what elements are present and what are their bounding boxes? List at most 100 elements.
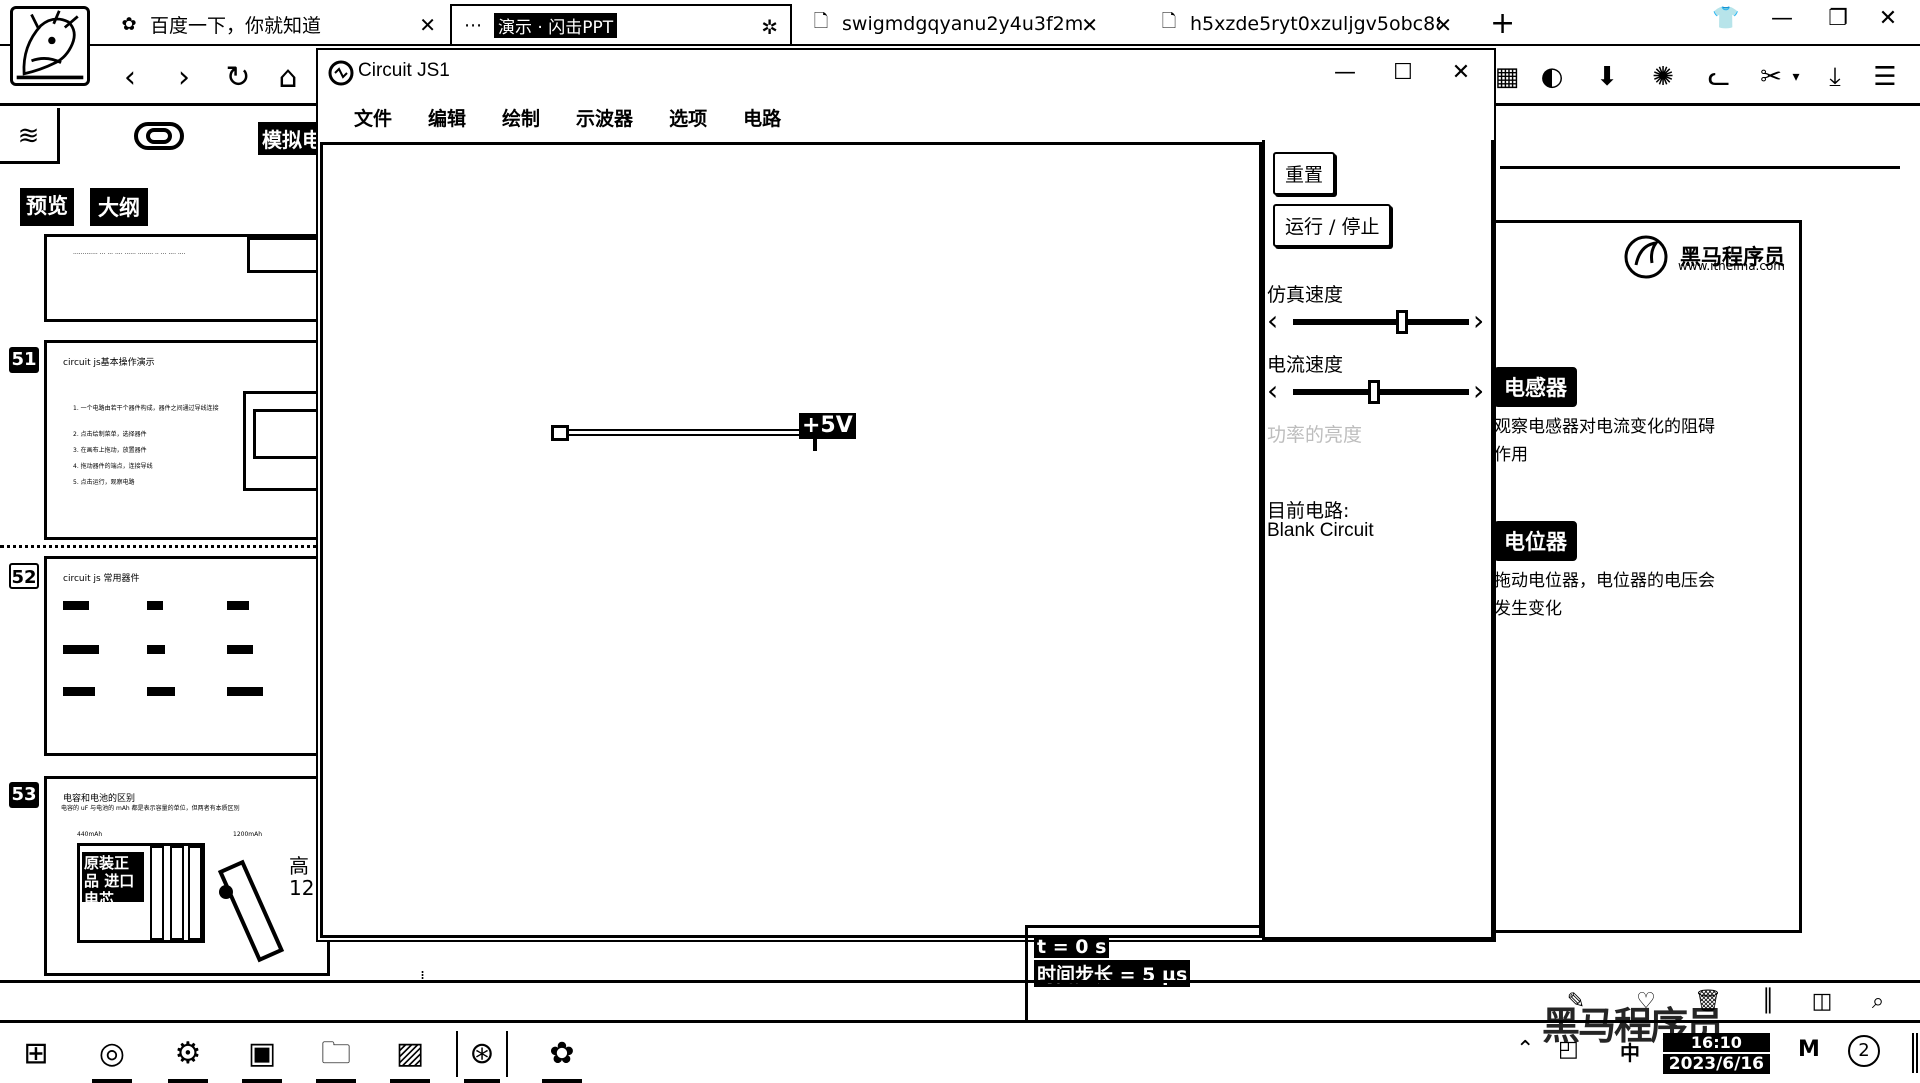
component-desc: 拖动电位器，电位器的电压会 发生变化 — [1494, 567, 1734, 623]
slider-thumb[interactable] — [1367, 380, 1380, 404]
chevron-down-icon[interactable]: ▾ — [1786, 60, 1806, 94]
cloud-app-icon[interactable]: ✿ — [536, 1031, 588, 1083]
document-icon: 🗋 — [813, 11, 829, 32]
settings-icon[interactable]: ⚙ — [162, 1031, 214, 1083]
reload-icon[interactable]: ↻ — [218, 58, 258, 98]
close-window-icon[interactable]: ✕ — [1868, 6, 1908, 31]
voltage-rail[interactable]: +5V — [551, 413, 856, 451]
sim-speed-label: 仿真速度 — [1267, 284, 1344, 306]
home-icon[interactable]: ⌂ — [268, 58, 308, 98]
reset-button[interactable]: 重置 — [1273, 152, 1336, 195]
gesture-icon[interactable]: ◐ — [1535, 60, 1569, 94]
current-circuit-name: Blank Circuit — [1267, 520, 1374, 541]
minimize-icon[interactable]: — — [1762, 6, 1802, 31]
current-speed-slider[interactable]: ‹ › — [1265, 376, 1497, 410]
desc-line: 观察电感器对电流变化的阻碍 — [1494, 417, 1715, 437]
close-tab-icon[interactable]: ✕ — [1435, 13, 1452, 37]
input-method-indicator[interactable]: 中 — [1620, 1037, 1640, 1066]
tab-preview[interactable]: 预览 — [20, 188, 74, 226]
chatgpt-icon[interactable]: ✺ — [1646, 60, 1680, 94]
start-icon[interactable]: ⊞ — [10, 1031, 62, 1077]
network-icon[interactable]: ◰ — [1558, 1037, 1579, 1062]
browser-app-icon[interactable]: ◎ — [86, 1031, 138, 1083]
desc-line: 作用 — [1494, 445, 1528, 465]
circuit-app-icon[interactable]: ⊛ — [456, 1031, 508, 1083]
forward-icon[interactable]: › — [164, 58, 204, 98]
search-icon[interactable]: ⌕ — [1862, 989, 1894, 1017]
battery-image — [217, 859, 285, 963]
close-icon[interactable]: ✕ — [1436, 56, 1486, 90]
bars-icon[interactable]: ║ — [1752, 989, 1784, 1017]
back-icon[interactable]: ‹ — [110, 58, 150, 98]
slide-title: 电容和电池的区别 — [63, 794, 136, 804]
download-badge-icon[interactable]: ⬇ — [1590, 60, 1624, 94]
clock-time: 16:10 — [1662, 1033, 1770, 1052]
menu-scopes[interactable]: 示波器 — [558, 96, 651, 138]
control-panel: 重置 运行 / 停止 仿真速度 ‹ › 电流速度 ‹ › 功率的亮度 目前电路:… — [1262, 140, 1494, 940]
show-desktop-button[interactable] — [1912, 1033, 1918, 1073]
thumb-text: ············· ··· ··· ···· ······ ······… — [73, 251, 186, 258]
current-circuit-label: 目前电路: — [1267, 500, 1350, 522]
desc-line: 拖动电位器，电位器的电压会 — [1494, 571, 1715, 591]
increase-arrow-icon[interactable]: › — [1473, 306, 1484, 336]
component-tag — [227, 645, 253, 654]
increase-arrow-icon[interactable]: › — [1473, 376, 1484, 406]
monitor-app-icon[interactable]: ▣ — [236, 1031, 288, 1083]
slide-bullet: 2. 点击绘制菜单，选择器件 — [73, 431, 147, 438]
sim-speed-slider[interactable]: ‹ › — [1265, 306, 1497, 340]
slider-track — [1293, 319, 1469, 325]
layers-icon[interactable]: ◫ — [1806, 989, 1838, 1017]
slide-sublabel: 1200mAh — [233, 831, 263, 838]
maximize-icon[interactable]: ☐ — [1378, 56, 1428, 90]
run-stop-button[interactable]: 运行 / 停止 — [1273, 204, 1392, 247]
menu-options[interactable]: 选项 — [651, 96, 725, 138]
decrease-arrow-icon[interactable]: ‹ — [1267, 306, 1278, 336]
menu-icon[interactable]: ☰ — [1868, 60, 1902, 94]
tab-ppt-demo[interactable]: ⋯ 演示 · 闪击PPT ✲ — [450, 4, 792, 44]
current-speed-label: 电流速度 — [1267, 354, 1344, 376]
slide-bullet: 3. 在画布上拖动，放置器件 — [73, 447, 147, 454]
m-app-icon[interactable]: M — [1798, 1037, 1820, 1062]
slide-thumbnail[interactable]: ············· ··· ··· ···· ······ ······… — [44, 234, 330, 322]
window-titlebar[interactable]: Circuit JS1 — ☐ ✕ — [318, 50, 1494, 96]
menu-circuits[interactable]: 电路 — [725, 96, 799, 138]
notification-badge[interactable]: 2 — [1848, 1035, 1880, 1067]
slide-thumbnail[interactable]: circuit js基本操作演示 1. 一个电路由若干个器件构成，器件之间通过导… — [44, 340, 330, 540]
restore-icon[interactable]: ❐ — [1818, 6, 1858, 31]
battery-cell — [150, 846, 164, 940]
menu-file[interactable]: 文件 — [336, 96, 410, 138]
scissors-icon[interactable]: ✂ — [1754, 60, 1788, 94]
cat-icon[interactable]: ᓚ — [1702, 60, 1736, 94]
tab-document-1[interactable]: 🗋 swigmdgqyanu2y4u3f2mh4j ✕ — [800, 4, 1110, 44]
new-tab-button[interactable]: + — [1490, 6, 1515, 41]
tab-document-2[interactable]: 🗋 h5xzde5ryt0xzuljgv5obc887t ✕ — [1148, 4, 1464, 44]
ppt-toolbar: ≋ 模拟电 — [0, 108, 330, 168]
close-tab-icon[interactable]: ✕ — [1081, 13, 1098, 37]
tab-outline[interactable]: 大纲 — [90, 188, 148, 226]
stage-divider — [1500, 166, 1900, 169]
close-tab-icon[interactable]: ✕ — [419, 13, 436, 37]
download-icon[interactable]: ⤓ — [1818, 60, 1852, 94]
slide-thumbnail[interactable]: circuit js 常用器件 — [44, 556, 330, 756]
battery-image: 原装正品 进口电芯 — [77, 843, 205, 943]
folder-icon[interactable]: 🗀 — [310, 1031, 362, 1083]
chevron-up-icon[interactable]: ⌃ — [1516, 1037, 1534, 1062]
tab-baidu[interactable]: ✿ 百度一下，你就知道 ✕ — [108, 4, 448, 44]
image-viewer-icon[interactable]: ▨ — [384, 1031, 436, 1083]
slider-track — [1293, 389, 1469, 395]
menu-edit[interactable]: 编辑 — [410, 96, 484, 138]
minimize-icon[interactable]: — — [1320, 56, 1370, 90]
circuit-canvas[interactable]: +5V t = 0 s 时间步长 = 5 µs — [320, 142, 1265, 1031]
slider-thumb[interactable] — [1396, 310, 1409, 334]
close-tab-icon[interactable]: ✲ — [761, 15, 778, 39]
clock[interactable]: 16:10 2023/6/16 — [1662, 1033, 1770, 1074]
decrease-arrow-icon[interactable]: ‹ — [1267, 376, 1278, 406]
tab-label: swigmdgqyanu2y4u3f2mh4j — [842, 13, 1082, 35]
collapse-panel-icon[interactable]: ≋ — [0, 108, 60, 164]
component-tag — [63, 687, 95, 696]
shirt-icon[interactable]: 👕 — [1706, 6, 1746, 31]
menubar: 文件 编辑 绘制 示波器 选项 电路 — [318, 96, 1494, 138]
menu-draw[interactable]: 绘制 — [484, 96, 558, 138]
slide-thumbnail[interactable]: 电容和电池的区别 电容的 uF 与电池的 mAh 都是表示容量的单位，但两者有本… — [44, 776, 330, 976]
view-tabs: 预览 大纲 — [20, 188, 148, 226]
